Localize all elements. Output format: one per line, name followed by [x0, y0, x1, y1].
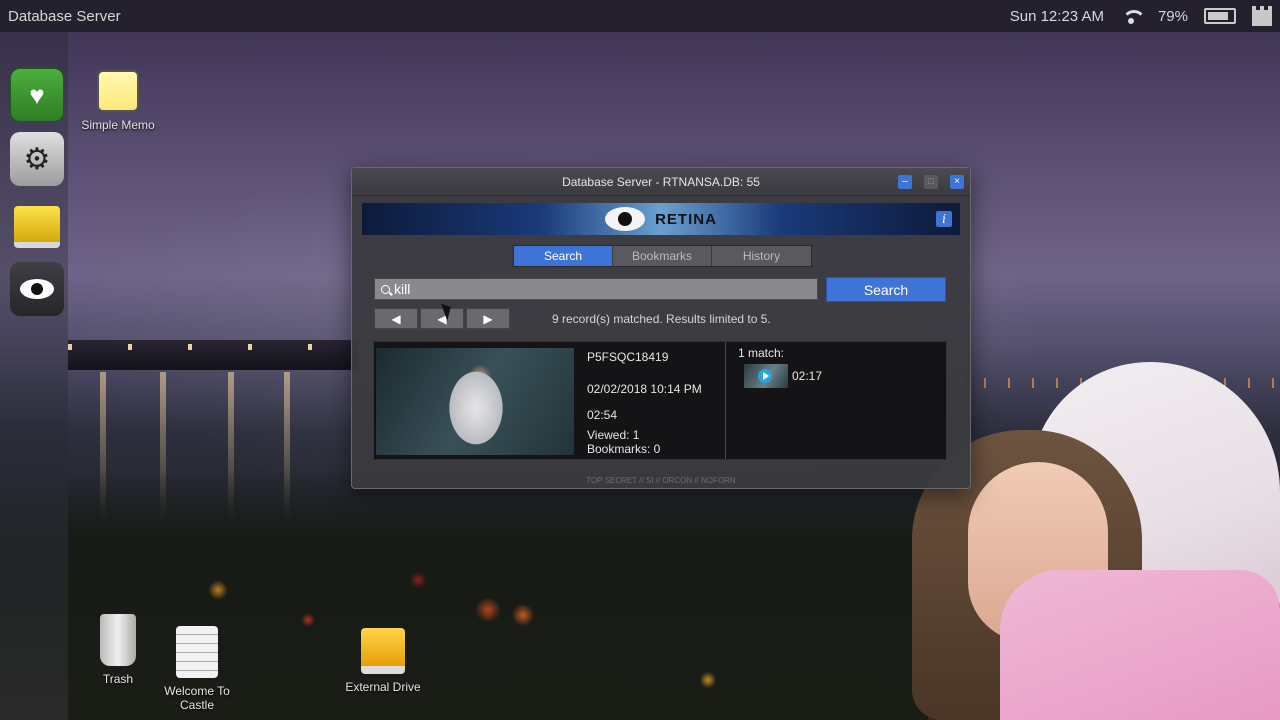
result-divider — [725, 342, 726, 459]
search-input-value: kill — [394, 281, 411, 297]
dock: ♥ ⚙ — [0, 32, 68, 720]
dock-drive-app[interactable] — [10, 200, 64, 254]
match-count: 1 match: — [738, 346, 785, 360]
status-area: Sun 12:23 AM 79% — [1010, 6, 1272, 26]
window-controls: – □ × — [898, 175, 964, 189]
tab-bar: Search Bookmarks History — [513, 245, 812, 267]
record-status: 9 record(s) matched. Results limited to … — [552, 312, 771, 326]
record-bookmarks: Bookmarks: 0 — [587, 442, 661, 456]
database-window: Database Server - RTNANSA.DB: 55 – □ × R… — [351, 167, 971, 489]
document-icon — [176, 626, 218, 678]
banner-title: RETINA — [655, 210, 717, 228]
castle-icon[interactable] — [1252, 6, 1272, 26]
eye-icon — [20, 279, 54, 299]
desktop-icon-label: Trash — [102, 672, 134, 686]
drive-icon — [14, 206, 60, 248]
dock-settings-app[interactable]: ⚙ — [10, 132, 64, 186]
maximize-button[interactable]: □ — [924, 175, 938, 189]
dock-retina-app[interactable] — [10, 262, 64, 316]
video-thumbnail[interactable] — [376, 348, 574, 455]
desktop-icon-simple-memo[interactable]: Simple Memo — [68, 70, 168, 132]
result-row[interactable]: P5FSQC18419 02/02/2018 10:14 PM 02:54 Vi… — [373, 341, 947, 460]
record-duration: 02:54 — [587, 408, 618, 422]
battery-percent: 79% — [1157, 7, 1188, 25]
search-input[interactable]: kill — [374, 278, 818, 300]
window-title: Database Server - RTNANSA.DB: 55 — [562, 174, 760, 189]
desktop-icon-label: Welcome To Castle — [164, 684, 230, 712]
tab-bookmarks[interactable]: Bookmarks — [613, 246, 712, 266]
search-button[interactable]: Search — [826, 277, 946, 302]
window-titlebar[interactable]: Database Server - RTNANSA.DB: 55 – □ × — [352, 168, 970, 196]
gears-icon: ⚙ — [23, 142, 51, 176]
webcam-person-hoodie — [1000, 570, 1280, 720]
classification-banner: TOP SECRET // SI // ORCON // NOFORN — [586, 476, 736, 485]
wifi-icon[interactable] — [1120, 8, 1146, 24]
desktop-icon-external-drive[interactable]: External Drive — [333, 628, 433, 694]
match-thumbnail[interactable] — [744, 364, 788, 388]
clock[interactable]: Sun 12:23 AM — [1010, 8, 1104, 25]
desktop-icon-label: Simple Memo — [81, 118, 155, 132]
desktop-icon-label: External Drive — [345, 680, 421, 694]
dock-cards-app[interactable]: ♥ — [10, 68, 64, 122]
desktop-icon-welcome[interactable]: Welcome To Castle — [147, 626, 247, 712]
drive-icon — [361, 628, 405, 674]
tab-history[interactable]: History — [712, 246, 811, 266]
previous-button[interactable]: ◀ — [420, 308, 464, 329]
retina-eye-icon — [605, 207, 646, 231]
background-bridge-lights — [68, 344, 358, 350]
record-date: 02/02/2018 10:14 PM — [587, 382, 702, 396]
cards-icon: ♥ — [29, 79, 45, 110]
right-arrow-icon: ▶ — [483, 312, 493, 326]
record-viewed: Viewed: 1 — [587, 428, 640, 442]
play-icon — [758, 369, 772, 383]
top-bar: Database Server Sun 12:23 AM 79% — [0, 0, 1280, 32]
trash-icon — [100, 614, 136, 666]
reply-arrow-icon: ◀ — [391, 312, 401, 326]
memo-icon — [97, 70, 139, 112]
match-timestamp[interactable]: 02:17 — [792, 369, 822, 383]
next-button[interactable]: ▶ — [466, 308, 510, 329]
record-id: P5FSQC18419 — [587, 350, 669, 364]
close-button[interactable]: × — [950, 175, 964, 189]
battery-icon[interactable] — [1204, 8, 1236, 24]
active-app-title: Database Server — [8, 7, 121, 25]
minimize-button[interactable]: – — [898, 175, 912, 189]
search-icon — [381, 284, 390, 294]
info-button[interactable]: i — [936, 211, 952, 227]
tab-search[interactable]: Search — [514, 246, 613, 266]
back-button[interactable]: ◀ — [374, 308, 418, 329]
retina-banner: RETINA i — [362, 203, 960, 235]
